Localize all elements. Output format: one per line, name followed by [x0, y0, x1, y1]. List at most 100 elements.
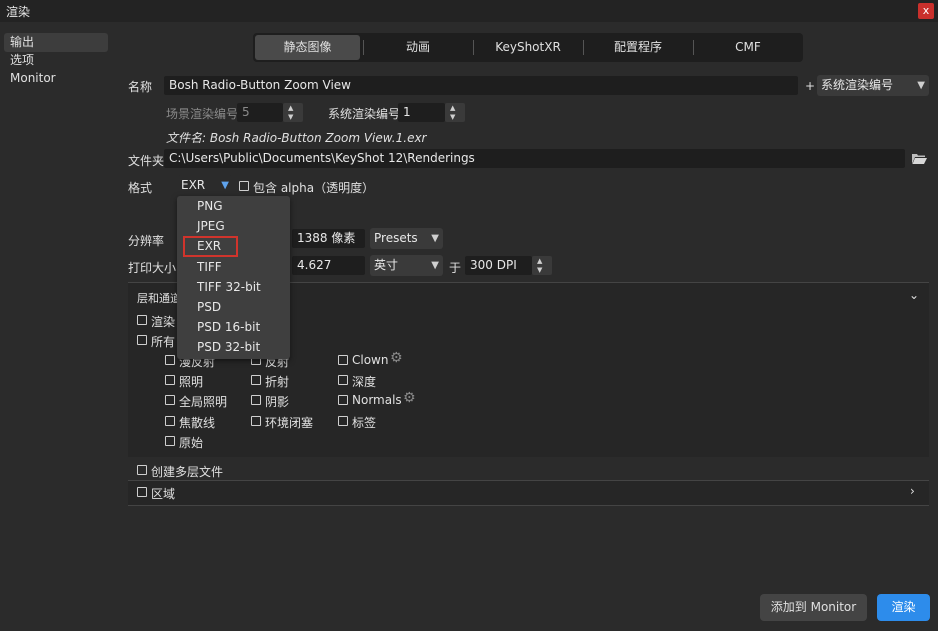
- tab-still-image[interactable]: 静态图像: [255, 35, 360, 60]
- pass-checkbox[interactable]: [338, 416, 348, 426]
- dpi-stepper[interactable]: ▲ ▼: [532, 256, 552, 275]
- pass-checkbox[interactable]: [338, 375, 348, 385]
- system-number-label: 系统渲染编号: [328, 107, 401, 121]
- all-passes-checkbox[interactable]: [137, 335, 147, 345]
- multilayer-label: 创建多层文件: [151, 465, 224, 479]
- add-to-monitor-button[interactable]: 添加到 Monitor: [760, 594, 867, 621]
- chevron-down-icon: ▼: [917, 80, 925, 91]
- pass-checkbox[interactable]: [165, 416, 175, 426]
- chevron-down-icon: ▼: [221, 180, 229, 191]
- system-number-stepper[interactable]: ▲ ▼: [445, 103, 465, 122]
- pass-gi-label: 全局照明: [179, 395, 228, 409]
- numbering-dropdown[interactable]: 系统渲染编号 ▼: [817, 75, 929, 96]
- tab-keyshotxr[interactable]: KeyShotXR: [475, 35, 581, 60]
- format-option-tiff[interactable]: TIFF: [177, 257, 290, 277]
- format-dropdown[interactable]: EXR ▼: [177, 175, 233, 196]
- pass-labels-label: 标签: [352, 416, 377, 430]
- scene-number-input[interactable]: 5: [237, 103, 283, 122]
- chevron-right-icon[interactable]: ›: [910, 484, 915, 498]
- pass-caustics-label: 焦散线: [179, 416, 216, 430]
- sidebar-item-output[interactable]: 输出: [4, 33, 108, 52]
- format-option-psd-32bit[interactable]: PSD 32-bit: [177, 337, 290, 357]
- close-button[interactable]: x: [918, 3, 934, 19]
- region-panel: [128, 481, 929, 505]
- resolution-label: 分辨率: [128, 234, 165, 248]
- window-title: 渲染: [6, 5, 31, 19]
- name-input[interactable]: Bosh Radio-Button Zoom View: [164, 76, 798, 95]
- pass-checkbox[interactable]: [165, 375, 175, 385]
- sidebar-item-monitor[interactable]: Monitor: [4, 69, 108, 88]
- pass-raw-label: 原始: [179, 436, 204, 450]
- tab-bar: 静态图像 动画 KeyShotXR 配置程序 CMF: [253, 33, 803, 62]
- tab-divider: [693, 40, 694, 55]
- scene-number-label: 场景渲染编号: [166, 107, 239, 121]
- pass-depth-label: 深度: [352, 375, 377, 389]
- tab-configurator[interactable]: 配置程序: [585, 35, 691, 60]
- format-option-psd[interactable]: PSD: [177, 297, 290, 317]
- folder-open-icon[interactable]: [911, 152, 927, 165]
- pass-checkbox[interactable]: [165, 355, 175, 365]
- presets-dropdown[interactable]: Presets ▼: [370, 228, 443, 249]
- sidebar: 输出 选项 Monitor: [0, 22, 118, 631]
- multilayer-checkbox[interactable]: [137, 465, 147, 475]
- folder-label: 文件夹: [128, 154, 165, 168]
- numbering-dropdown-value: 系统渲染编号: [821, 78, 894, 92]
- pass-normals-label: Normals: [352, 393, 402, 407]
- region-checkbox[interactable]: [137, 487, 147, 497]
- layers-section-title: 层和通道: [137, 292, 181, 305]
- format-option-tiff-32bit[interactable]: TIFF 32-bit: [177, 277, 290, 297]
- presets-value: Presets: [374, 231, 418, 245]
- gear-icon[interactable]: ⚙: [403, 390, 416, 406]
- tab-divider: [363, 40, 364, 55]
- pass-lighting-label: 照明: [179, 375, 204, 389]
- render-layers-label: 渲染: [151, 315, 176, 329]
- format-option-jpeg[interactable]: JPEG: [177, 216, 290, 236]
- pass-checkbox[interactable]: [165, 436, 175, 446]
- unit-dropdown[interactable]: 英寸 ▼: [370, 255, 443, 276]
- region-label: 区域: [151, 487, 176, 501]
- chevron-down-icon: ▼: [431, 233, 439, 244]
- all-passes-label: 所有: [151, 335, 176, 349]
- unit-value: 英寸: [374, 258, 399, 272]
- tab-animation[interactable]: 动画: [365, 35, 471, 60]
- print-height-input[interactable]: 4.627: [292, 256, 365, 275]
- pass-checkbox[interactable]: [251, 416, 261, 426]
- plus-label: +: [805, 79, 816, 93]
- pass-clown-label: Clown: [352, 353, 389, 367]
- chevron-down-icon[interactable]: ⌄: [909, 288, 919, 302]
- render-button[interactable]: 渲染: [877, 594, 930, 621]
- print-size-label: 打印大小: [128, 261, 177, 275]
- name-label: 名称: [128, 80, 153, 94]
- filename-text: 文件名: Bosh Radio-Button Zoom View.1.exr: [166, 131, 427, 145]
- pass-refraction-label: 折射: [265, 375, 290, 389]
- pass-checkbox[interactable]: [338, 355, 348, 365]
- divider: [128, 505, 929, 506]
- pass-checkbox[interactable]: [338, 395, 348, 405]
- tab-divider: [583, 40, 584, 55]
- sidebar-item-options[interactable]: 选项: [4, 51, 108, 70]
- format-dropdown-menu: PNG JPEG EXR TIFF TIFF 32-bit PSD PSD 16…: [177, 196, 290, 359]
- format-option-png[interactable]: PNG: [177, 196, 290, 216]
- scene-number-stepper[interactable]: ▲ ▼: [283, 103, 303, 122]
- format-option-psd-16bit[interactable]: PSD 16-bit: [177, 317, 290, 337]
- tab-divider: [473, 40, 474, 55]
- system-number-input[interactable]: 1: [398, 103, 445, 122]
- pass-ao-label: 环境闭塞: [265, 416, 314, 430]
- gear-icon[interactable]: ⚙: [390, 350, 403, 366]
- pass-checkbox[interactable]: [165, 395, 175, 405]
- selection-highlight-box: [183, 236, 238, 257]
- folder-input[interactable]: C:\Users\Public\Documents\KeyShot 12\Ren…: [164, 149, 905, 168]
- at-label: 于: [449, 261, 462, 275]
- pass-checkbox[interactable]: [251, 395, 261, 405]
- pass-shadow-label: 阴影: [265, 395, 290, 409]
- alpha-checkbox[interactable]: [239, 181, 249, 191]
- title-bar: 渲染 x: [0, 0, 938, 22]
- pass-checkbox[interactable]: [251, 375, 261, 385]
- alpha-label: 包含 alpha（透明度）: [253, 181, 375, 195]
- format-dropdown-value: EXR: [181, 178, 206, 192]
- render-layers-checkbox[interactable]: [137, 315, 147, 325]
- format-label: 格式: [128, 181, 153, 195]
- tab-cmf[interactable]: CMF: [695, 35, 801, 60]
- dpi-input[interactable]: 300 DPI: [465, 256, 532, 275]
- resolution-height-input[interactable]: 1388 像素: [292, 229, 365, 248]
